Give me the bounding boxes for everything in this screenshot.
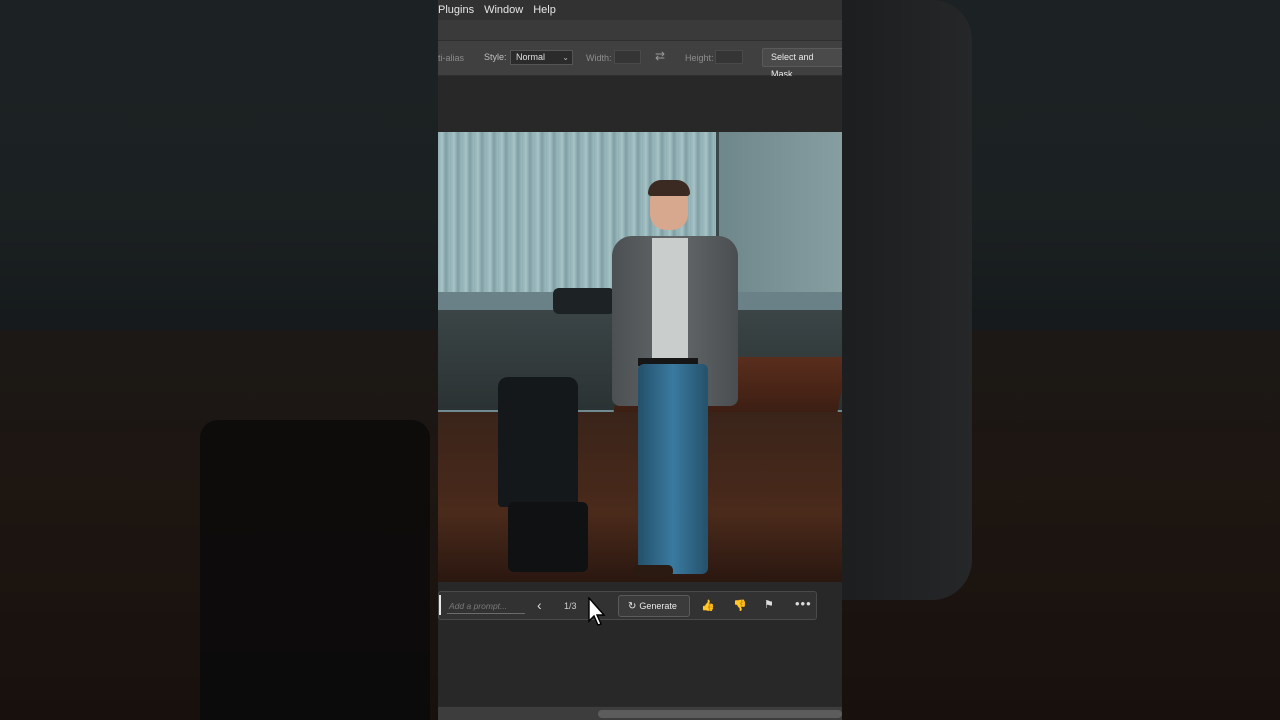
menu-window[interactable]: Window bbox=[484, 4, 523, 16]
anti-alias-label[interactable]: ti-alias bbox=[438, 53, 464, 63]
chevron-left-icon[interactable]: ‹ bbox=[537, 597, 542, 613]
flag-icon[interactable]: ⚑ bbox=[764, 598, 774, 611]
thumbs-up-icon[interactable]: 👍 bbox=[701, 599, 715, 612]
style-select[interactable]: Normal ⌄ bbox=[510, 50, 573, 65]
height-input[interactable] bbox=[715, 50, 743, 64]
chevron-down-icon: ⌄ bbox=[562, 53, 569, 62]
person-shirt bbox=[652, 238, 688, 358]
horizontal-scrollbar[interactable] bbox=[438, 706, 842, 720]
select-and-mask-button[interactable]: Select and Mask... bbox=[762, 48, 842, 79]
style-value: Normal bbox=[516, 52, 546, 62]
refresh-icon: ↻ bbox=[628, 601, 637, 612]
contextual-task-bar: Add a prompt... ‹ 1/3 › ↻Generate 👍 👎 ⚑ … bbox=[438, 591, 817, 620]
document-photo[interactable] bbox=[438, 132, 842, 582]
swap-icon[interactable]: ⇄ bbox=[655, 49, 665, 63]
options-bar: ti-alias Style: Normal ⌄ Width: ⇄ Height… bbox=[438, 40, 842, 79]
prompt-input[interactable]: Add a prompt... bbox=[447, 598, 525, 614]
thumbs-down-icon[interactable]: 👎 bbox=[733, 599, 747, 612]
menu-plugins[interactable]: Plugins bbox=[438, 4, 474, 16]
scrollbar-thumb[interactable] bbox=[598, 710, 842, 718]
menu-bar: Plugins Window Help bbox=[438, 0, 842, 20]
generate-label: Generate bbox=[639, 601, 677, 611]
height-label: Height: bbox=[685, 53, 714, 63]
mouse-cursor-icon bbox=[588, 597, 606, 626]
photo-chair-base bbox=[508, 502, 588, 572]
photo-person bbox=[588, 180, 748, 580]
style-label: Style: bbox=[484, 52, 507, 62]
generate-button[interactable]: ↻ Generate bbox=[618, 595, 690, 617]
variation-counter: 1/3 bbox=[564, 601, 577, 611]
photoshop-window: Plugins Window Help ti-alias Style: Norm… bbox=[438, 0, 842, 720]
menu-help[interactable]: Help bbox=[533, 4, 556, 16]
width-input[interactable] bbox=[614, 50, 641, 64]
person-shoe bbox=[633, 565, 673, 577]
person-hair bbox=[648, 180, 690, 196]
width-label: Width: bbox=[586, 53, 612, 63]
more-icon[interactable]: ••• bbox=[795, 596, 812, 611]
photo-office-chair bbox=[498, 377, 578, 507]
task-bar-handle[interactable] bbox=[439, 595, 441, 615]
person-jeans bbox=[638, 364, 708, 574]
